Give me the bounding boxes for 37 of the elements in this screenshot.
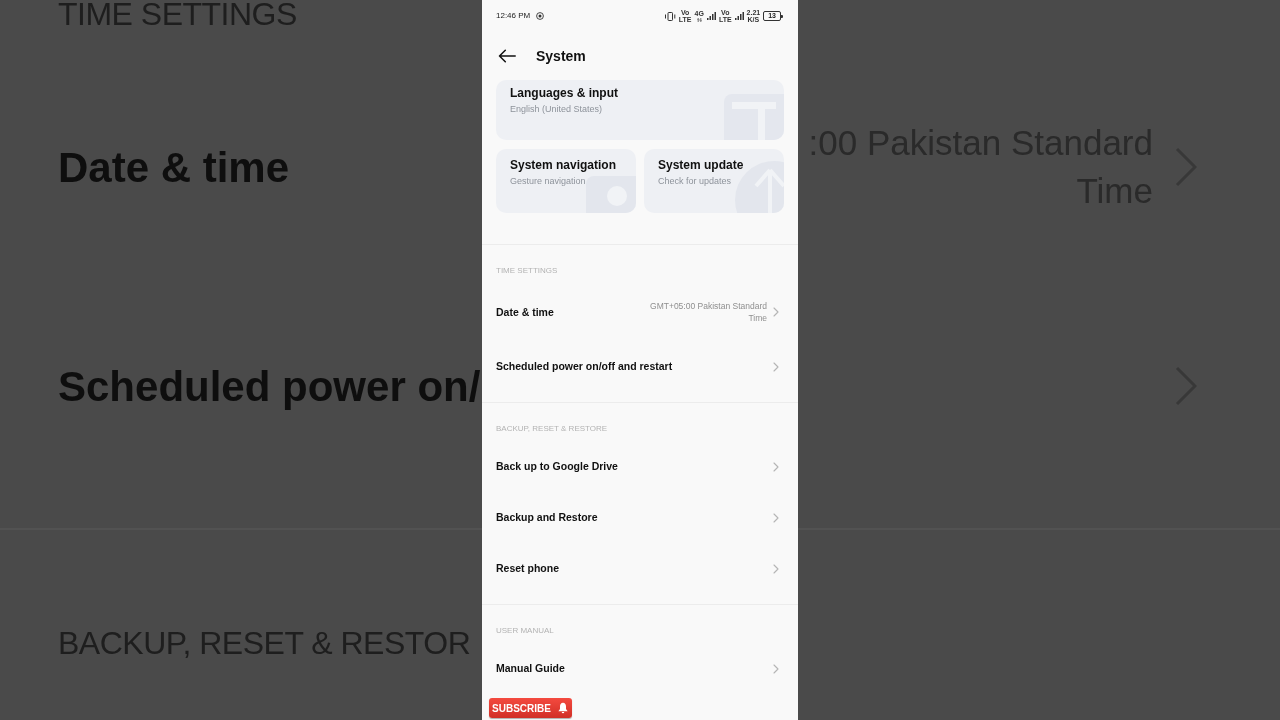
card-title: System update bbox=[658, 158, 744, 173]
settings-card[interactable]: System update Check for updates bbox=[644, 149, 784, 213]
settings-card[interactable]: Languages & input English (United States) bbox=[496, 80, 784, 140]
chevron-icon bbox=[773, 461, 779, 472]
settings-card[interactable]: System navigation Gesture navigation bbox=[496, 149, 636, 213]
section-header: USER MANUAL bbox=[496, 626, 554, 636]
signal-icon bbox=[734, 12, 744, 20]
section-header: BACKUP, RESET & RESTORE bbox=[496, 424, 608, 434]
row-label: Scheduled power on/ bbox=[58, 361, 481, 412]
row-label: Date & time bbox=[58, 142, 290, 193]
card-title: System navigation bbox=[510, 158, 617, 173]
status-time: 12:46 PM bbox=[496, 11, 531, 21]
card-subtitle: Check for updates bbox=[658, 175, 732, 187]
chevron-icon bbox=[773, 361, 779, 372]
dot-circle-icon bbox=[536, 12, 545, 20]
card-subtitle: Gesture navigation bbox=[510, 175, 586, 187]
back-icon[interactable] bbox=[498, 49, 516, 63]
card-subtitle: English (United States) bbox=[510, 103, 603, 115]
chevron-icon bbox=[773, 512, 779, 523]
card-title: Languages & input bbox=[510, 86, 618, 101]
subscribe-button[interactable]: SUBSCRIBE bbox=[489, 698, 572, 718]
chevron-icon bbox=[773, 307, 779, 317]
settings-item[interactable]: Date & time bbox=[496, 303, 554, 321]
data-arrows-icon bbox=[696, 18, 702, 22]
settings-item[interactable]: Reset phone bbox=[496, 560, 559, 577]
signal-icon bbox=[706, 12, 716, 20]
section-header: TIME SETTINGS bbox=[496, 266, 558, 276]
settings-item[interactable]: Manual Guide bbox=[496, 660, 565, 677]
settings-item[interactable]: Back up to Google Drive bbox=[496, 458, 618, 475]
page-title: System bbox=[536, 46, 586, 66]
chevron-icon bbox=[773, 563, 779, 574]
settings-item[interactable]: Scheduled power on/off and restart bbox=[496, 358, 673, 375]
setting-value: GMT+05:00 Pakistan Standard Time bbox=[649, 300, 767, 324]
chevron-icon bbox=[773, 663, 779, 674]
bell-icon bbox=[556, 702, 569, 714]
settings-item[interactable]: Backup and Restore bbox=[496, 509, 598, 526]
vibrate-icon bbox=[663, 11, 676, 21]
